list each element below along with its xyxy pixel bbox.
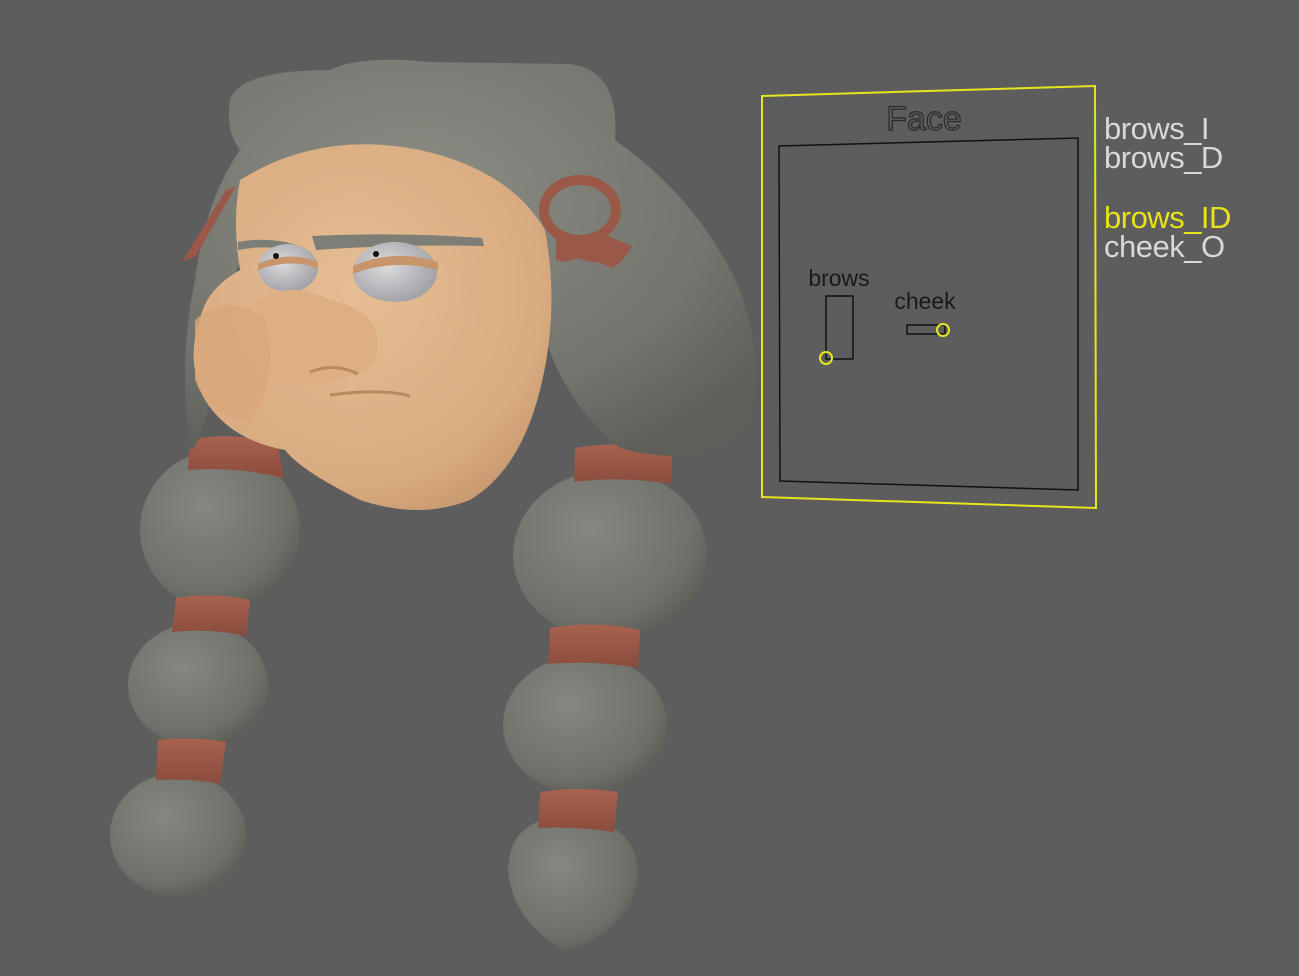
face-controller-border (778, 137, 1079, 491)
attribute-brows-D[interactable]: brows_D (1104, 142, 1231, 173)
cheek-control-label: cheek (894, 288, 956, 314)
character-head-model[interactable] (110, 59, 757, 952)
brows-control-label: brows (808, 265, 869, 291)
right-braid[interactable] (503, 444, 707, 952)
face-controller[interactable]: Face brows cheek (761, 84, 1098, 510)
attribute-brows-I[interactable]: brows_I (1104, 113, 1231, 144)
face-controller-title: Face (886, 100, 962, 138)
channel-attribute-list: brows_I brows_D brows_ID cheek_O (1104, 113, 1231, 262)
viewport-3d[interactable]: Face brows cheek brows_I brows_D brows_I… (0, 0, 1299, 976)
brows-control-slider[interactable] (825, 295, 854, 360)
attribute-brows-ID[interactable]: brows_ID (1104, 202, 1231, 233)
attribute-cheek-O[interactable]: cheek_O (1104, 231, 1231, 262)
left-braid[interactable] (110, 436, 300, 897)
